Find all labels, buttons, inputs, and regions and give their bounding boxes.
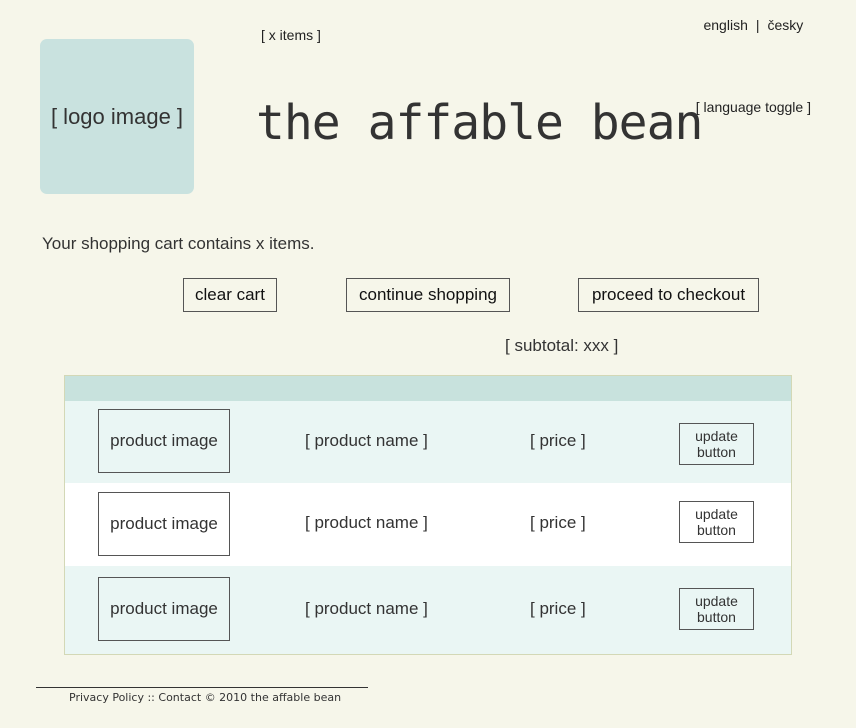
table-header — [65, 376, 791, 401]
product-image: product image — [98, 577, 230, 641]
footer-separator: :: — [147, 691, 155, 704]
table-row: product image [ product name ] [ price ]… — [65, 401, 791, 483]
privacy-policy-link[interactable]: Privacy Policy — [69, 691, 144, 704]
update-button[interactable]: update button — [679, 423, 754, 465]
update-button-line1: update — [695, 428, 738, 444]
language-separator: | — [755, 17, 760, 33]
subtotal: [ subtotal: xxx ] — [505, 336, 619, 355]
update-button-line2: button — [697, 609, 736, 625]
product-name: [ product name ] — [305, 513, 428, 532]
product-image: product image — [98, 409, 230, 473]
product-name: [ product name ] — [305, 599, 428, 618]
proceed-to-checkout-button[interactable]: proceed to checkout — [578, 278, 759, 312]
continue-shopping-button[interactable]: continue shopping — [346, 278, 510, 312]
language-czech-link[interactable]: česky — [768, 17, 804, 99]
clear-cart-button[interactable]: clear cart — [183, 278, 277, 312]
product-name: [ product name ] — [305, 431, 428, 450]
table-row: product image [ product name ] [ price ]… — [65, 483, 791, 566]
product-price: [ price ] — [530, 431, 586, 450]
update-button[interactable]: update button — [679, 501, 754, 543]
update-button[interactable]: update button — [679, 588, 754, 630]
brand-title: the affable bean — [256, 95, 703, 151]
language-switcher: english | česky [ language toggle ] — [696, 17, 811, 115]
cart-item-count[interactable]: [ x items ] — [261, 27, 321, 43]
product-price: [ price ] — [530, 599, 586, 618]
copyright-text: © 2010 the affable bean — [204, 691, 342, 704]
language-english-link[interactable]: english — [703, 17, 747, 99]
update-button-line1: update — [695, 506, 738, 522]
logo-image[interactable]: [ logo image ] — [40, 39, 194, 194]
update-button-line2: button — [697, 522, 736, 538]
footer: Privacy Policy :: Contact © 2010 the aff… — [69, 691, 341, 704]
footer-divider — [36, 687, 368, 688]
update-button-line1: update — [695, 593, 738, 609]
product-image: product image — [98, 492, 230, 556]
cart-summary-message: Your shopping cart contains x items. — [42, 234, 315, 253]
contact-link[interactable]: Contact — [158, 691, 201, 704]
update-button-line2: button — [697, 444, 736, 460]
table-row: product image [ product name ] [ price ]… — [65, 566, 791, 654]
product-price: [ price ] — [530, 513, 586, 532]
language-toggle[interactable]: [ language toggle ] — [696, 99, 811, 115]
cart-table: product image [ product name ] [ price ]… — [64, 375, 792, 655]
